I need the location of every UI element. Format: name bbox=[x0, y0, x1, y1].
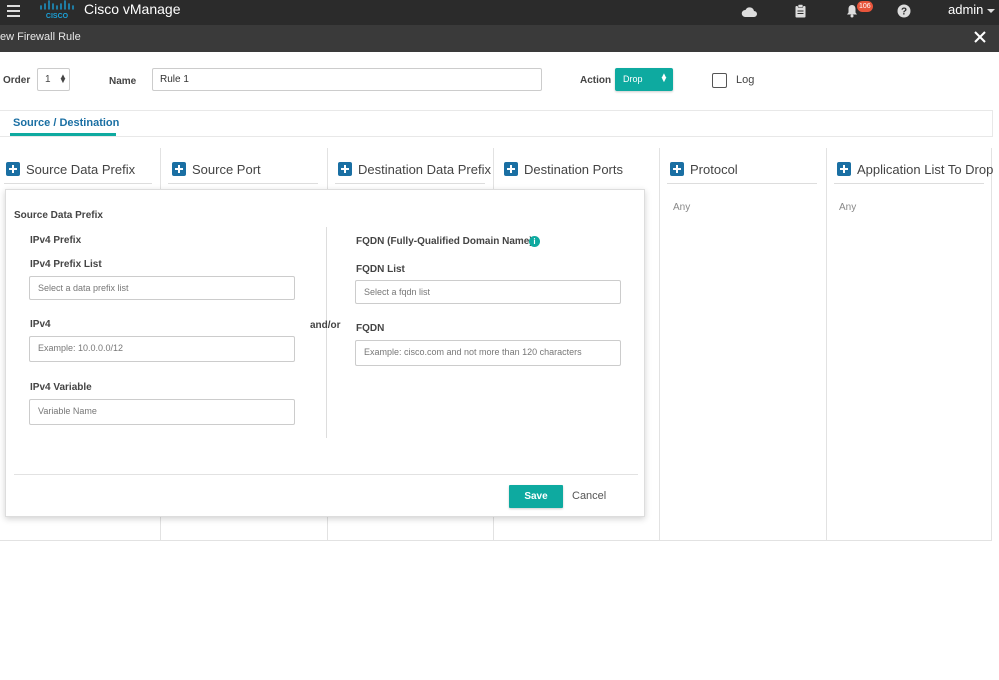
fqdn-input[interactable]: Example: cisco.com and not more than 120… bbox=[355, 340, 621, 366]
column-header-destination-data-prefix[interactable]: Destination Data Prefix bbox=[358, 162, 491, 177]
column-header-source-data-prefix[interactable]: Source Data Prefix bbox=[26, 162, 135, 177]
cisco-logo: CISCO bbox=[39, 0, 75, 20]
sort-arrows-icon: ▲ ▼ bbox=[59, 72, 67, 85]
column-divider bbox=[335, 183, 485, 184]
ipv4-prefix-heading: IPv4 Prefix bbox=[30, 235, 82, 246]
ipv4-label: IPv4 bbox=[30, 319, 51, 330]
fqdn-list-select[interactable]: Select a fqdn list bbox=[355, 280, 621, 304]
save-button[interactable]: Save bbox=[509, 485, 563, 508]
action-value: Drop bbox=[623, 74, 643, 84]
add-source-port-icon[interactable] bbox=[172, 162, 186, 176]
protocol-value: Any bbox=[673, 202, 691, 213]
order-select[interactable]: 1 ▲ ▼ bbox=[37, 68, 70, 91]
chevron-down-icon[interactable] bbox=[987, 9, 995, 13]
name-label: Name bbox=[109, 76, 137, 87]
tab-bar bbox=[0, 110, 993, 137]
hamburger-menu-icon[interactable] bbox=[7, 5, 20, 17]
column-divider bbox=[168, 183, 318, 184]
top-navigation-bar: CISCO Cisco vManage 106 ? admin bbox=[0, 0, 999, 25]
popover-title: Source Data Prefix bbox=[14, 210, 103, 221]
notification-badge: 106 bbox=[857, 1, 873, 12]
ipv4-variable-label: IPv4 Variable bbox=[30, 382, 92, 393]
active-tab-indicator bbox=[10, 133, 116, 136]
add-destination-data-prefix-icon[interactable] bbox=[338, 162, 352, 176]
footer-divider bbox=[14, 474, 638, 475]
action-label: Action bbox=[580, 75, 612, 86]
app-title: Cisco vManage bbox=[84, 1, 181, 17]
add-protocol-icon[interactable] bbox=[670, 162, 684, 176]
help-icon[interactable]: ? bbox=[897, 4, 911, 23]
logo-text: CISCO bbox=[46, 13, 69, 20]
column-divider bbox=[4, 183, 152, 184]
ipv4-prefix-list-label: IPv4 Prefix List bbox=[30, 259, 102, 270]
column-header-application-list[interactable]: Application List To Drop bbox=[857, 162, 993, 177]
name-input[interactable]: Rule 1 bbox=[152, 68, 542, 91]
column-header-destination-ports[interactable]: Destination Ports bbox=[524, 162, 623, 177]
cancel-button[interactable]: Cancel bbox=[572, 490, 606, 502]
column-header-protocol[interactable]: Protocol bbox=[690, 162, 738, 177]
svg-text:?: ? bbox=[901, 7, 907, 18]
column-separator bbox=[326, 227, 327, 438]
add-source-data-prefix-icon[interactable] bbox=[6, 162, 20, 176]
column-divider bbox=[834, 183, 984, 184]
cloud-icon[interactable] bbox=[741, 5, 757, 23]
ipv4-input[interactable]: Example: 10.0.0.0/12 bbox=[29, 336, 295, 362]
action-select[interactable]: Drop ▲ ▼ bbox=[615, 68, 673, 91]
column-divider bbox=[667, 183, 817, 184]
fqdn-label: FQDN bbox=[356, 323, 385, 334]
clipboard-icon[interactable] bbox=[795, 4, 806, 23]
add-application-list-icon[interactable] bbox=[837, 162, 851, 176]
sort-arrows-icon: ▲ ▼ bbox=[660, 71, 668, 84]
column-header-source-port[interactable]: Source Port bbox=[192, 162, 261, 177]
order-label: Order bbox=[3, 75, 31, 86]
ipv4-prefix-list-select[interactable]: Select a data prefix list bbox=[29, 276, 295, 300]
close-icon[interactable] bbox=[973, 30, 987, 46]
log-checkbox[interactable] bbox=[712, 73, 727, 88]
application-list-value: Any bbox=[839, 202, 857, 213]
fqdn-list-label: FQDN List bbox=[356, 264, 405, 275]
fqdn-heading: FQDN (Fully-Qualified Domain Name) bbox=[356, 236, 533, 247]
modal-title: ew Firewall Rule bbox=[0, 31, 81, 43]
add-destination-ports-icon[interactable] bbox=[504, 162, 518, 176]
order-value: 1 bbox=[45, 74, 51, 85]
and-or-separator: and/or bbox=[310, 320, 341, 331]
source-data-prefix-popover: Source Data Prefix IPv4 Prefix IPv4 Pref… bbox=[5, 189, 645, 517]
modal-header: ew Firewall Rule bbox=[0, 25, 999, 52]
tab-source-destination[interactable]: Source / Destination bbox=[13, 117, 119, 129]
info-icon[interactable]: i bbox=[529, 236, 540, 247]
log-label: Log bbox=[736, 74, 755, 86]
ipv4-variable-input[interactable]: Variable Name bbox=[29, 399, 295, 425]
user-menu[interactable]: admin bbox=[948, 2, 983, 17]
